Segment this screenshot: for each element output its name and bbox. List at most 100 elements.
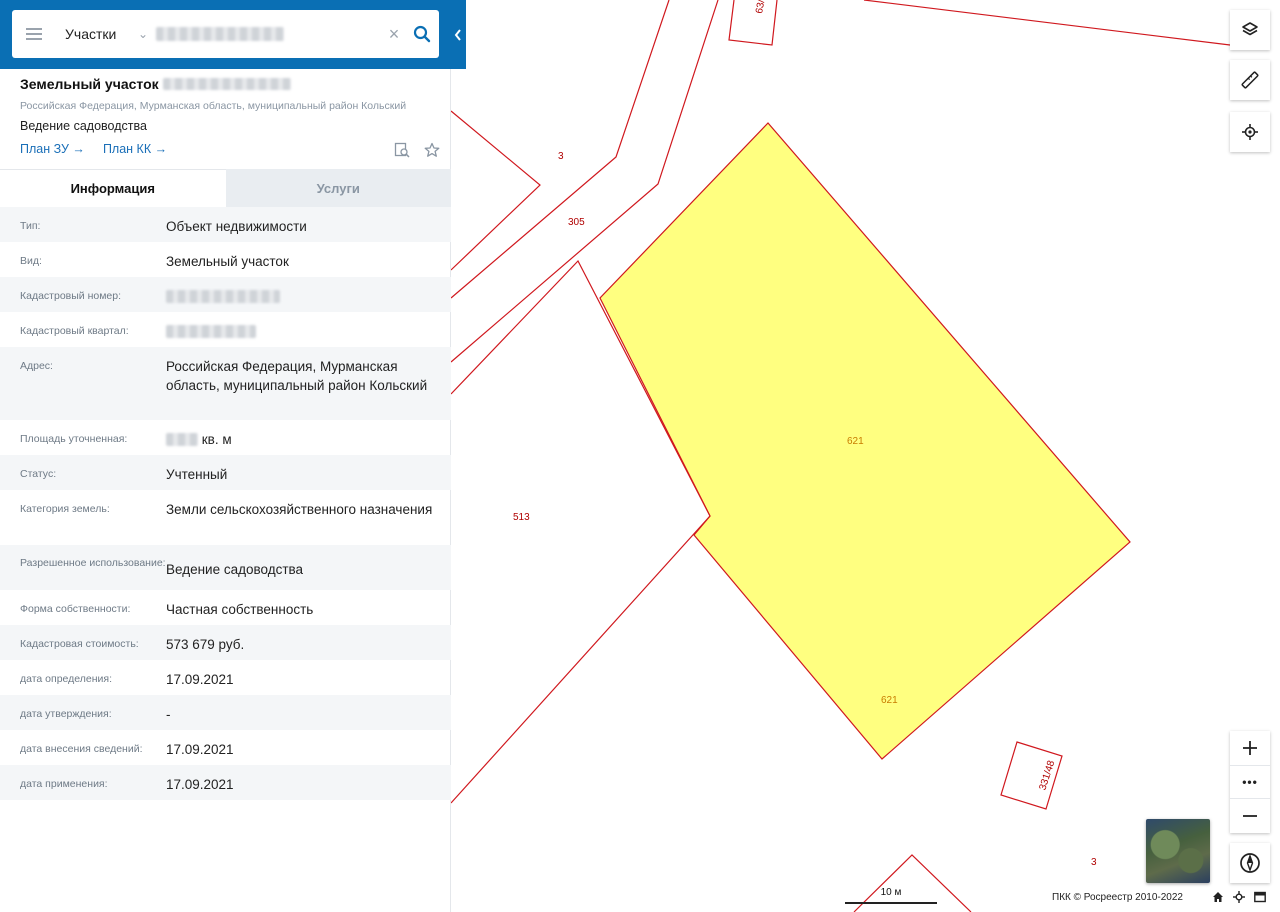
compass-icon: [1240, 853, 1260, 873]
menu-icon[interactable]: [12, 10, 56, 58]
panel-tabs: Информация Услуги: [0, 169, 451, 207]
row-value: -: [166, 707, 171, 722]
locate-button[interactable]: [1230, 112, 1270, 152]
info-panel: Участки ⌄ × Земельный участок Российская…: [0, 0, 466, 912]
row-value: 573 679 руб.: [166, 637, 245, 652]
map-label: 305: [568, 217, 585, 228]
basemap-switcher[interactable]: [1146, 819, 1210, 883]
map-label: 513: [513, 512, 530, 523]
cadastral-number-hidden: [166, 290, 280, 303]
plan-kk-link[interactable]: План КК →: [103, 142, 167, 156]
row-value: кв. м: [166, 430, 436, 455]
row-key: дата определения:: [20, 673, 113, 685]
table-row: Тип: Объект недвижимости: [0, 207, 451, 242]
table-row: дата применения: 17.09.2021: [0, 765, 451, 800]
table-row: Площадь уточненная: кв. м: [0, 420, 451, 455]
window-icon[interactable]: [1254, 891, 1266, 903]
ruler-icon: [1241, 71, 1259, 89]
close-icon[interactable]: ×: [383, 24, 405, 45]
tab-information[interactable]: Информация: [0, 169, 226, 207]
scale-bar: 10 м: [845, 887, 937, 904]
row-value: Земельный участок: [166, 254, 289, 269]
chevron-down-icon[interactable]: ⌄: [132, 27, 154, 41]
plus-icon: [1243, 741, 1257, 755]
row-key: Адрес:: [20, 360, 53, 372]
layers-button[interactable]: [1230, 10, 1270, 50]
row-key: Разрешенное использование:: [20, 557, 166, 569]
row-key: Статус:: [20, 468, 57, 480]
minus-icon: [1243, 815, 1257, 817]
home-icon[interactable]: [1212, 891, 1224, 903]
zoom-in-button[interactable]: [1230, 731, 1270, 765]
table-row: Кадастровый квартал:: [0, 312, 451, 347]
table-row: дата внесения сведений: 17.09.2021: [0, 730, 451, 765]
row-value: Объект недвижимости: [166, 219, 307, 234]
status-icons: [1212, 891, 1266, 903]
table-row: Вид: Земельный участок: [0, 242, 451, 277]
area-hidden: [166, 433, 198, 446]
row-key: Площадь уточненная:: [20, 433, 128, 445]
parcel-boundary: [863, 0, 1231, 46]
compass-button[interactable]: [1230, 843, 1270, 883]
table-row: Категория земель: Земли сельскохозяйстве…: [0, 490, 451, 545]
row-value: 17.09.2021: [166, 777, 234, 792]
crosshair-icon: [1242, 124, 1258, 140]
table-row: Форма собственности: Частная собственнос…: [0, 590, 451, 625]
parcel-boundary: [728, 0, 778, 46]
map-label: 3: [558, 151, 564, 162]
row-key: Тип:: [20, 220, 41, 232]
star-icon[interactable]: [424, 142, 440, 163]
row-value: Учтенный: [166, 467, 228, 482]
selected-parcel[interactable]: [599, 122, 1131, 760]
table-row: Кадастровая стоимость: 573 679 руб.: [0, 625, 451, 660]
map-label: 63/: [754, 0, 767, 14]
plan-zu-link[interactable]: План ЗУ →: [20, 142, 85, 156]
search-icon[interactable]: [405, 10, 439, 58]
table-row: дата определения: 17.09.2021: [0, 660, 451, 695]
table-row: Статус: Учтенный: [0, 455, 451, 490]
zoom-controls: •••: [1230, 731, 1270, 833]
parcel-boundary: [450, 0, 670, 299]
table-row: дата утверждения: -: [0, 695, 451, 730]
table-row: Разрешенное использование: Ведение садов…: [0, 545, 451, 590]
document-search-icon[interactable]: [394, 142, 410, 163]
ruler-button[interactable]: [1230, 60, 1270, 100]
row-value: Российская Федерация, Мурманская область…: [166, 359, 428, 393]
parcel-boundary: [450, 110, 541, 271]
row-key: Кадастровая стоимость:: [20, 638, 139, 650]
parcel-usage: Ведение садоводства: [20, 119, 147, 133]
crosshair-icon[interactable]: [1233, 891, 1245, 903]
cadastral-quarter-hidden: [166, 325, 256, 338]
map-label: 3: [1091, 857, 1097, 868]
map-label: 621: [847, 436, 864, 447]
parcel-header: Земельный участок Российская Федерация, …: [20, 74, 440, 158]
row-key: Форма собственности:: [20, 603, 131, 615]
row-value: Земли сельскохозяйственного назначения: [166, 502, 433, 517]
copyright: ПКК © Росреестр 2010-2022: [1052, 892, 1183, 903]
zoom-more-button[interactable]: •••: [1230, 765, 1270, 799]
map-label: 621: [881, 695, 898, 706]
table-row: Адрес: Российская Федерация, Мурманская …: [0, 347, 451, 420]
layers-icon: [1242, 22, 1258, 36]
row-key: дата утверждения:: [20, 708, 112, 720]
row-key: дата применения:: [20, 778, 108, 790]
row-value: 17.09.2021: [166, 742, 234, 757]
search-input[interactable]: [156, 27, 284, 41]
parcel-title: Земельный участок: [20, 76, 159, 92]
zoom-out-button[interactable]: [1230, 799, 1270, 833]
row-value: Ведение садоводства: [166, 562, 304, 577]
cadastral-number-hidden: [162, 78, 291, 90]
search-type-select[interactable]: Участки: [56, 26, 132, 42]
row-key: Кадастровый номер:: [20, 290, 122, 302]
collapse-panel-icon[interactable]: [450, 0, 466, 69]
tab-services[interactable]: Услуги: [225, 169, 451, 207]
attribute-table: Тип: Объект недвижимости Вид: Земельный …: [0, 207, 451, 800]
table-row: Кадастровый номер:: [0, 277, 451, 312]
search-box: Участки ⌄ ×: [12, 10, 439, 58]
map-label: 331/48: [1037, 759, 1057, 792]
row-key: Кадастровый квартал:: [20, 325, 129, 337]
row-key: Категория земель:: [20, 503, 110, 515]
row-value: Частная собственность: [166, 602, 314, 617]
search-bar: Участки ⌄ ×: [0, 0, 466, 69]
row-value: [166, 322, 436, 347]
